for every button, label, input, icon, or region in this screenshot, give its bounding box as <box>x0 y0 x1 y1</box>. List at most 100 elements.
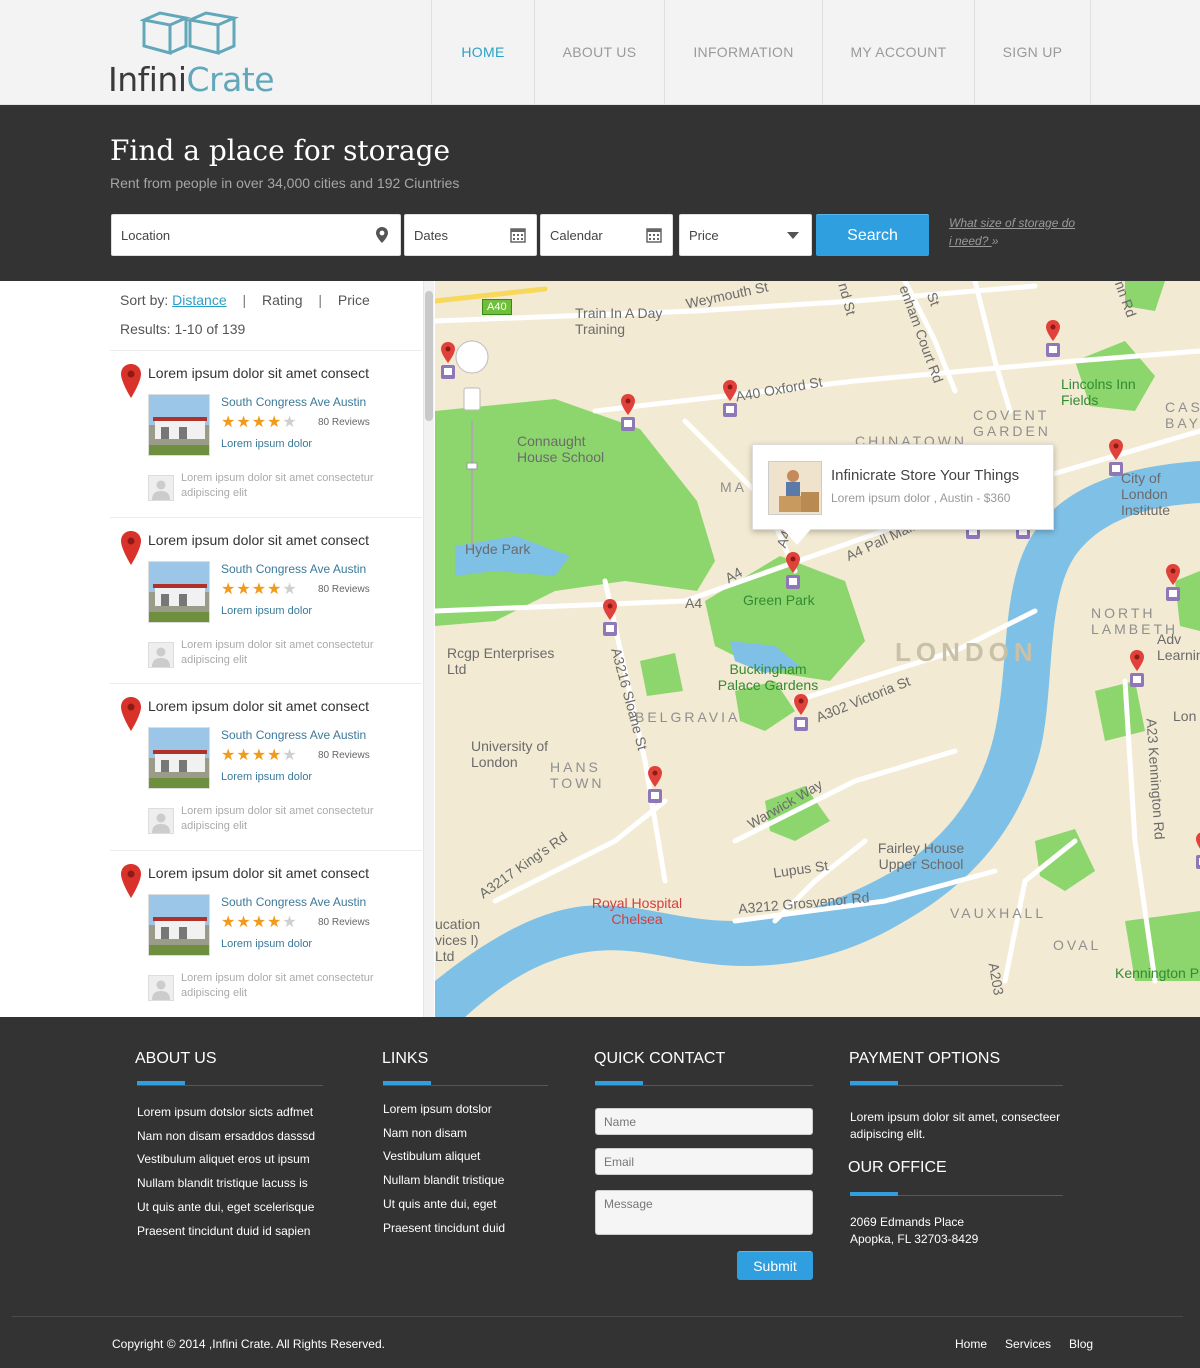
footer-links-list: Lorem ipsum dotslor Nam non disam Vestibul… <box>383 1098 505 1240</box>
storage-size-link[interactable]: What size of storage do i need? » <box>949 214 1079 250</box>
map-label-adv: Adv Learnin <box>1157 631 1200 663</box>
map-label-fairley: Fairley House Upper School <box>877 840 965 872</box>
rating-stars: ★ ★ ★ ★ ★ <box>221 915 297 931</box>
location-input[interactable]: Location <box>111 214 401 256</box>
listing-thumbnail[interactable] <box>148 561 210 623</box>
nav-sign-up[interactable]: SIGN UP <box>974 0 1091 104</box>
star-icon: ★ <box>236 914 251 931</box>
listing-address[interactable]: South Congress Ave Austin <box>221 562 366 576</box>
sort-price[interactable]: Price <box>338 292 370 308</box>
listing-item[interactable]: Lorem ipsum dolor sit amet consect South … <box>110 350 422 517</box>
listing-reviews[interactable]: 80 Reviews <box>318 417 370 428</box>
map-marker-icon[interactable] <box>1195 831 1200 871</box>
nav-my-account[interactable]: MY ACCOUNT <box>822 0 974 104</box>
avatar <box>148 475 174 501</box>
star-icon: ★ <box>236 747 251 764</box>
map-marker-svg <box>1046 320 1060 357</box>
nav-home[interactable]: HOME <box>431 0 534 104</box>
storage-size-link-text: What size of storage do i need? <box>949 216 1076 248</box>
scrollbar[interactable] <box>423 281 434 1017</box>
popup-tail <box>783 529 811 545</box>
footer-link-item[interactable]: Ut quis ante dui, eget <box>383 1193 505 1217</box>
footer-link-item[interactable]: Vestibulum aliquet <box>383 1145 505 1169</box>
footer-link-item[interactable]: Nam non disam <box>383 1122 505 1146</box>
map-marker-icon[interactable] <box>1165 563 1181 603</box>
listing-subtitle[interactable]: Lorem ipsum dolor <box>221 605 312 617</box>
map-marker-icon[interactable] <box>1045 319 1061 359</box>
calendar-input[interactable]: Calendar <box>540 214 673 256</box>
listing-subtitle[interactable]: Lorem ipsum dolor <box>221 438 312 450</box>
listing-reviews[interactable]: 80 Reviews <box>318 750 370 761</box>
contact-name-input[interactable]: Name <box>595 1108 813 1135</box>
footer-about-item: Vestibulum aliquet eros ut ipsum <box>137 1152 310 1167</box>
map-marker-svg <box>786 552 800 589</box>
listing-thumbnail[interactable] <box>148 727 210 789</box>
sort-rating[interactable]: Rating <box>262 292 302 308</box>
listing-comment: Lorem ipsum dolor sit amet consectetur a… <box>181 972 374 999</box>
footer-link-blog[interactable]: Blog <box>1069 1337 1093 1351</box>
listing-title[interactable]: Lorem ipsum dolor sit amet consect <box>148 698 369 714</box>
listing-item[interactable]: Lorem ipsum dolor sit amet consect South … <box>110 850 422 1017</box>
storage-building-image <box>149 562 209 622</box>
listing-address[interactable]: South Congress Ave Austin <box>221 728 366 742</box>
star-icon: ★ <box>282 581 297 598</box>
map-label-ucation: ucation vices l) Ltd <box>435 916 481 964</box>
listing-reviews[interactable]: 80 Reviews <box>318 584 370 595</box>
map-marker-icon[interactable] <box>602 598 618 638</box>
rating-stars: ★ ★ ★ ★ ★ <box>221 748 297 764</box>
footer-link-services[interactable]: Services <box>1005 1337 1051 1351</box>
footer-link-item[interactable]: Praesent tincidunt duid <box>383 1217 505 1241</box>
map-marker-icon[interactable] <box>620 393 636 433</box>
listing-title[interactable]: Lorem ipsum dolor sit amet consect <box>148 365 369 381</box>
star-icon: ★ <box>267 581 282 598</box>
map-marker-icon[interactable] <box>785 551 801 591</box>
nav-about-us[interactable]: ABOUT US <box>534 0 664 104</box>
map-label-train: Train In A Day Training <box>575 305 663 337</box>
listing-item[interactable]: Lorem ipsum dolor sit amet consect South … <box>110 683 422 850</box>
footer-link-item[interactable]: Lorem ipsum dotslor <box>383 1098 505 1122</box>
zoom-handle[interactable] <box>466 462 478 470</box>
dates-input[interactable]: Dates <box>404 214 537 256</box>
footer-bottom-links: Home Services Blog <box>955 1337 1093 1351</box>
map-label-green: Green Park <box>743 592 815 608</box>
map-pan-control[interactable] <box>455 340 489 374</box>
listing-reviews[interactable]: 80 Reviews <box>318 917 370 928</box>
sort-distance[interactable]: Distance <box>172 292 226 308</box>
nav-information[interactable]: INFORMATION <box>664 0 822 104</box>
user-icon <box>152 980 170 1000</box>
footer-link-home[interactable]: Home <box>955 1337 987 1351</box>
map-marker-icon[interactable] <box>647 765 663 805</box>
pegman-icon[interactable] <box>463 387 481 411</box>
listing-address[interactable]: South Congress Ave Austin <box>221 395 366 409</box>
map-marker-icon <box>376 227 388 243</box>
listing-subtitle[interactable]: Lorem ipsum dolor <box>221 771 312 783</box>
scrollbar-thumb[interactable] <box>425 291 433 421</box>
price-select[interactable]: Price <box>679 214 812 256</box>
listing-thumbnail[interactable] <box>148 394 210 456</box>
map-view[interactable]: A40 Weymouth St Train In A Day Training … <box>435 281 1200 1017</box>
copyright: Copyright © 2014 ,Infini Crate. All Righ… <box>112 1337 385 1351</box>
listing-title[interactable]: Lorem ipsum dolor sit amet consect <box>148 532 369 548</box>
footer-link-item[interactable]: Nullam blandit tristique <box>383 1169 505 1193</box>
contact-email-input[interactable]: Email <box>595 1148 813 1175</box>
hero-subtitle: Rent from people in over 34,000 cities a… <box>110 175 460 191</box>
map-label-castle: CAST BAYN <box>1165 399 1200 431</box>
map-marker-icon[interactable] <box>440 341 456 381</box>
contact-message-textarea[interactable]: Message <box>595 1190 813 1235</box>
map-marker-icon[interactable] <box>1129 649 1145 689</box>
listing-item[interactable]: Lorem ipsum dolor sit amet consect South … <box>110 517 422 684</box>
submit-button[interactable]: Submit <box>737 1251 813 1280</box>
listing-thumbnail[interactable] <box>148 894 210 956</box>
listing-subtitle[interactable]: Lorem ipsum dolor <box>221 938 312 950</box>
logo[interactable]: InfiniCrate <box>108 8 280 99</box>
divider <box>850 1085 1063 1086</box>
listing-title[interactable]: Lorem ipsum dolor sit amet consect <box>148 865 369 881</box>
map-marker-icon[interactable] <box>793 693 809 733</box>
map-marker-svg <box>794 694 808 731</box>
listing-address[interactable]: South Congress Ave Austin <box>221 895 366 909</box>
rating-stars: ★ ★ ★ ★ ★ <box>221 415 297 431</box>
map-popup[interactable]: Infinicrate Store Your Things Lorem ipsu… <box>752 444 1054 545</box>
map-label-lincolns: Lincolns Inn Fields <box>1061 376 1136 408</box>
search-hero: Find a place for storage Rent from peopl… <box>0 105 1200 281</box>
search-button[interactable]: Search <box>816 214 929 256</box>
